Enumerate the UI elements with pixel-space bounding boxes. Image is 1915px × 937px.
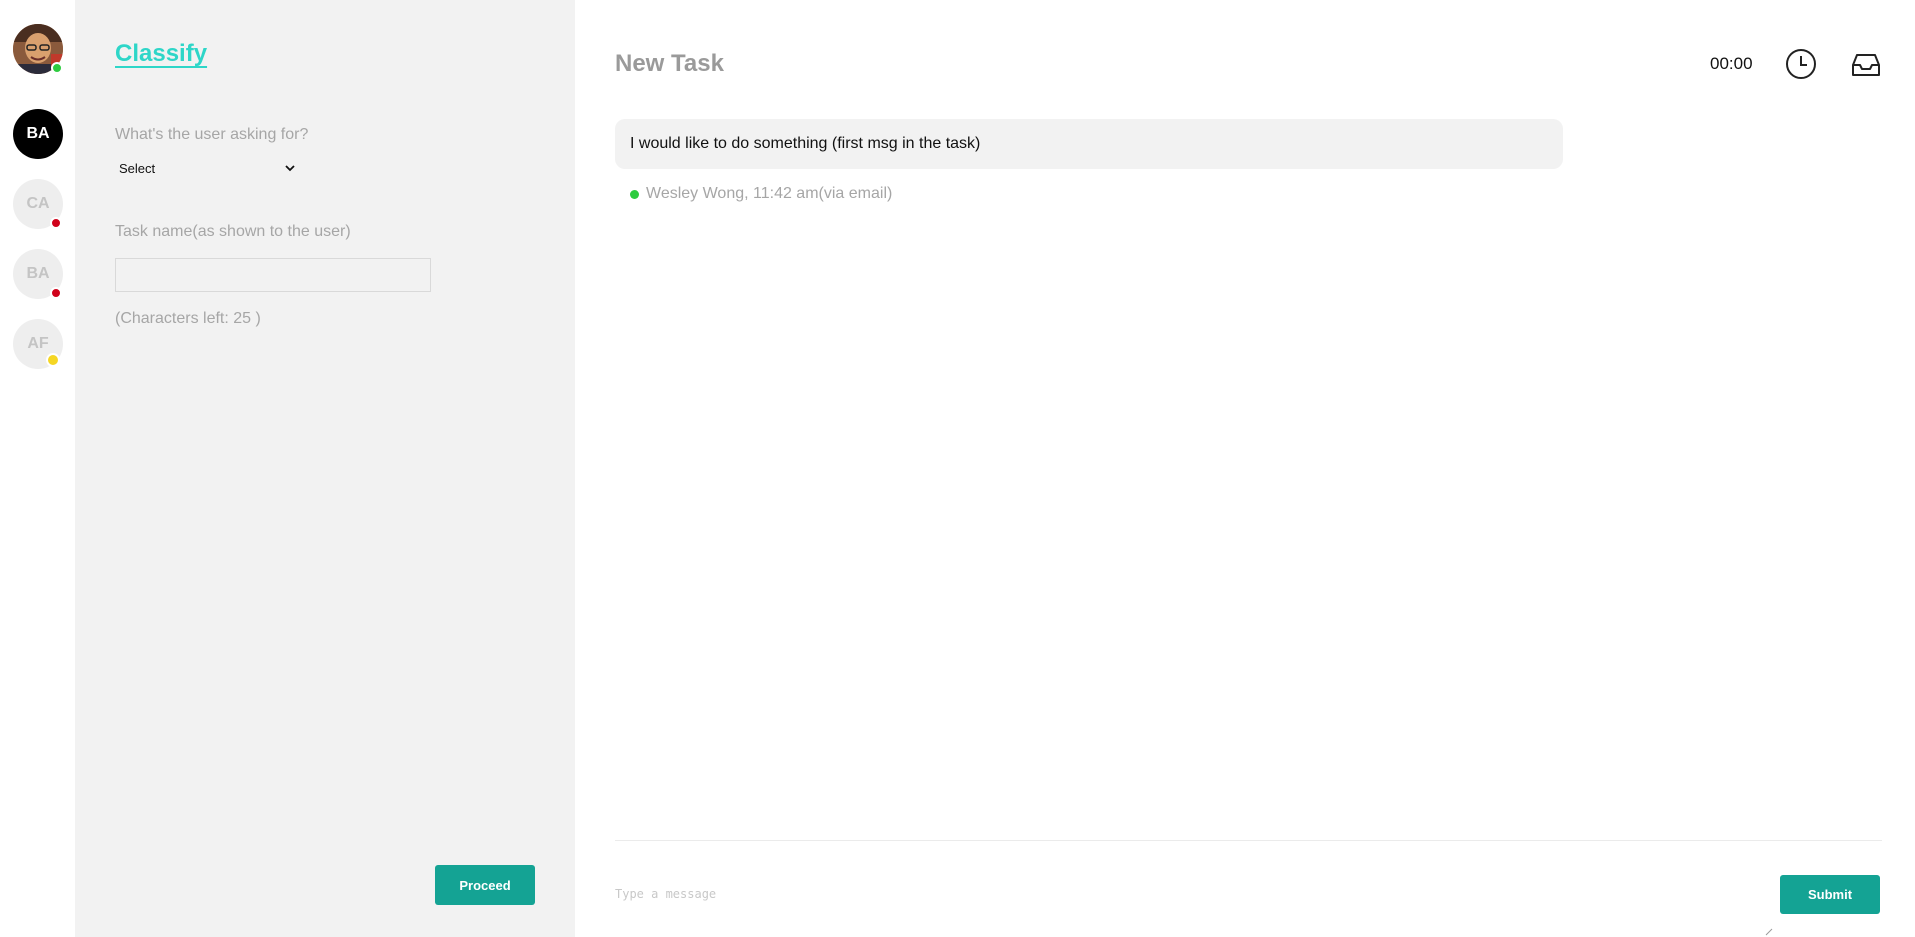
conversation-rail: BA CA BA AF [0,0,75,937]
chevron-down-icon [285,165,295,172]
characters-left: (Characters left: 25 ) [115,310,261,327]
rail-item-ba-status [50,287,62,299]
rail-item-initials: BA [26,265,50,282]
proceed-button[interactable]: Proceed [435,865,535,905]
message-meta-text: Wesley Wong, 11:42 am(via email) [646,185,893,202]
message-bubble: I would like to do something (first msg … [615,119,1563,169]
classify-title[interactable]: Classify [115,40,207,68]
message-meta: Wesley Wong, 11:42 am(via email) [630,185,892,203]
sender-status-dot [630,189,639,199]
resize-grip-icon[interactable] [1765,928,1773,936]
composer-divider [615,840,1882,841]
classify-panel: Classify What's the user asking for? Sel… [75,0,575,937]
rail-item-initials: CA [26,195,50,212]
task-name-label: Task name(as shown to the user) [115,223,351,240]
app-root: BA CA BA AF Classify What's the user ask… [0,0,1915,937]
select-value: Select [119,160,156,176]
request-type-select[interactable]: Select [115,156,295,180]
rail-item-ba-active[interactable]: BA [13,109,63,159]
rail-item-initials: BA [26,125,50,142]
task-name-input[interactable] [115,258,431,292]
task-main: New Task 00:00 I would like to do someth… [575,0,1915,937]
message-input[interactable] [615,880,1765,908]
submit-button[interactable]: Submit [1780,875,1880,914]
rail-item-ca-status [50,217,62,229]
rail-item-af-status [46,353,60,367]
rail-item-initials: AF [27,335,49,352]
user-online-indicator [51,62,63,74]
timer: 00:00 [1710,54,1753,73]
inbox-icon[interactable] [1851,52,1881,78]
page-title: New Task [615,50,724,77]
question-label: What's the user asking for? [115,126,309,143]
clock-icon[interactable] [1785,48,1817,80]
